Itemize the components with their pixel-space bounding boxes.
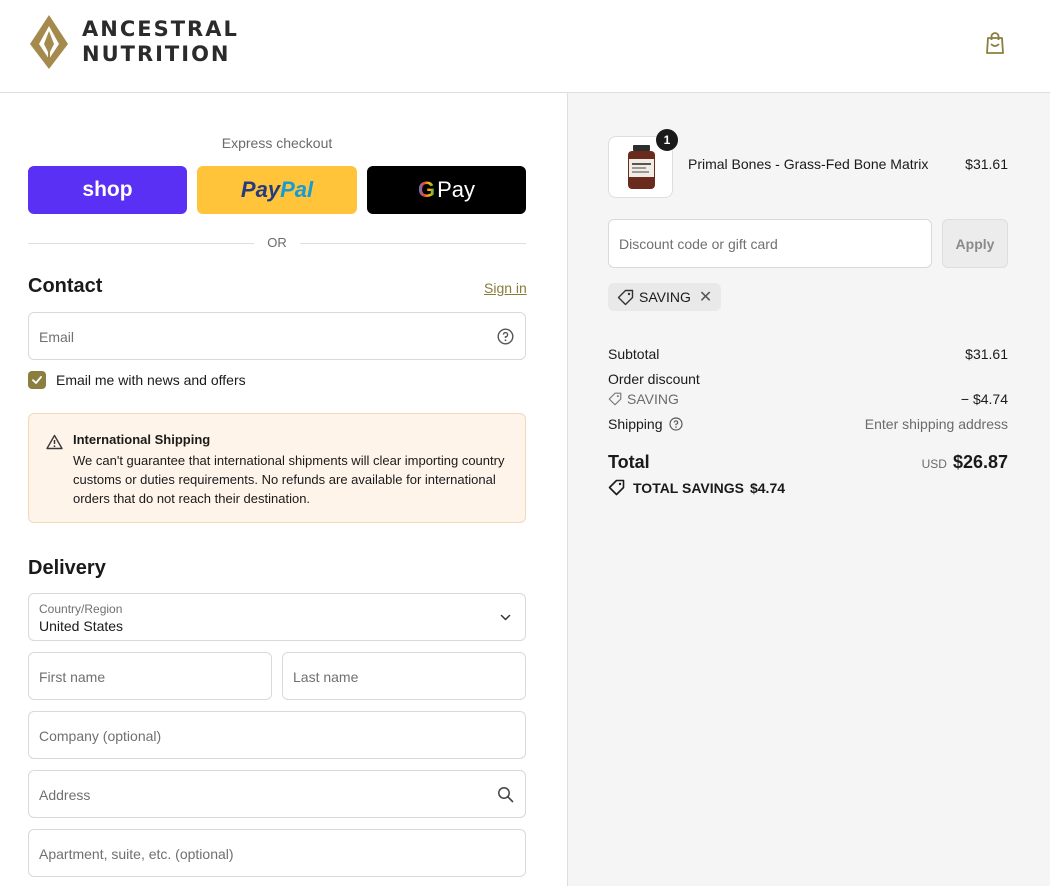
tag-icon bbox=[617, 289, 634, 305]
shop-pay-label: shop bbox=[82, 178, 133, 201]
chevron-down-icon bbox=[500, 614, 511, 621]
apply-button[interactable]: Apply bbox=[942, 219, 1008, 268]
address-field[interactable]: Address bbox=[28, 770, 526, 818]
total-savings-value: $4.74 bbox=[749, 479, 786, 496]
first-name-placeholder: First name bbox=[39, 669, 106, 685]
order-discount-label: Order discount bbox=[608, 371, 700, 387]
newsletter-label: Email me with news and offers bbox=[56, 372, 246, 388]
newsletter-checkbox[interactable] bbox=[28, 371, 46, 389]
google-pay-label: Pay bbox=[437, 177, 476, 202]
total-value-row: USD $26.87 bbox=[922, 452, 1008, 473]
order-discount-code: SAVING bbox=[608, 391, 679, 407]
or-label: OR bbox=[267, 235, 287, 250]
email-placeholder: Email bbox=[39, 329, 75, 345]
total-amount: $26.87 bbox=[952, 452, 1008, 472]
shipping-label: Shipping bbox=[608, 416, 663, 432]
newsletter-checkbox-row[interactable]: Email me with news and offers bbox=[28, 371, 246, 389]
applied-code-label: SAVING bbox=[639, 289, 691, 305]
product-name: Primal Bones - Grass-Fed Bone Matrix bbox=[688, 156, 929, 172]
order-discount-value: − $4.74 bbox=[960, 391, 1008, 407]
discount-code-field[interactable]: Discount code or gift card bbox=[608, 219, 932, 268]
or-divider: OR bbox=[28, 235, 526, 251]
sign-in-link[interactable]: Sign in bbox=[484, 280, 527, 296]
discount-placeholder: Discount code or gift card bbox=[619, 236, 778, 252]
total-savings-label: TOTAL SAVINGS bbox=[633, 479, 744, 496]
paypal-button[interactable]: Pay Pal bbox=[197, 166, 357, 214]
address-placeholder: Address bbox=[39, 787, 91, 803]
apartment-placeholder: Apartment, suite, etc. (optional) bbox=[39, 846, 234, 862]
express-checkout-title: Express checkout bbox=[221, 135, 333, 151]
paypal-label-part2: Pal bbox=[280, 177, 314, 202]
total-currency: USD bbox=[921, 457, 947, 471]
contact-title: Contact bbox=[28, 275, 103, 297]
google-pay-button[interactable]: G Pay bbox=[367, 166, 526, 214]
subtotal-label: Subtotal bbox=[608, 346, 660, 362]
total-savings: TOTAL SAVINGS $4.74 bbox=[608, 479, 785, 496]
tag-icon bbox=[608, 479, 625, 496]
shipping-value: Enter shipping address bbox=[864, 416, 1008, 432]
shop-pay-button[interactable]: shop bbox=[28, 166, 187, 214]
quantity-badge: 1 bbox=[656, 129, 678, 151]
brand-name-line1: ANCESTRAL bbox=[82, 17, 239, 41]
brand-name-line2: NUTRITION bbox=[82, 42, 231, 66]
checkmark-icon bbox=[32, 376, 42, 384]
brand-logo[interactable]: ANCESTRAL NUTRITION bbox=[28, 14, 239, 70]
google-g-icon: G bbox=[417, 177, 436, 202]
country-label: Country/Region bbox=[39, 602, 123, 616]
order-discount-code-label: SAVING bbox=[627, 391, 679, 407]
email-field[interactable]: Email bbox=[28, 312, 526, 360]
tag-icon bbox=[608, 392, 622, 406]
first-name-field[interactable]: First name bbox=[28, 652, 272, 700]
delivery-title: Delivery bbox=[28, 557, 106, 579]
remove-discount-icon[interactable]: ✕ bbox=[699, 287, 712, 307]
product-price: $31.61 bbox=[965, 156, 1008, 172]
total-label: Total bbox=[608, 452, 650, 472]
shopping-bag-icon[interactable] bbox=[984, 31, 1006, 55]
paypal-label-part1: Pay bbox=[240, 177, 281, 202]
warning-icon bbox=[46, 434, 63, 450]
applied-discount-chip: SAVING ✕ bbox=[608, 283, 722, 311]
company-field[interactable]: Company (optional) bbox=[28, 711, 526, 759]
notice-title: International Shipping bbox=[73, 432, 211, 447]
order-summary: 1 Primal Bones - Grass-Fed Bone Matrix $… bbox=[568, 93, 1050, 886]
notice-body: We can't guarantee that international sh… bbox=[73, 453, 505, 506]
shipping-row: Shipping bbox=[608, 416, 683, 432]
brand-emblem-icon bbox=[30, 15, 68, 69]
subtotal-value: $31.61 bbox=[965, 346, 1008, 362]
search-icon bbox=[498, 787, 514, 803]
country-value: United States bbox=[39, 618, 124, 634]
help-circle-icon[interactable] bbox=[668, 417, 683, 431]
international-shipping-notice: International Shipping We can't guarante… bbox=[28, 413, 526, 523]
checkout-form: Express checkout shop Pay Pal G Pay OR Con… bbox=[0, 93, 567, 886]
last-name-field[interactable]: Last name bbox=[282, 652, 526, 700]
country-select[interactable]: Country/Region United States bbox=[28, 593, 526, 641]
last-name-placeholder: Last name bbox=[293, 669, 359, 685]
help-circle-icon[interactable] bbox=[497, 328, 514, 345]
apartment-field[interactable]: Apartment, suite, etc. (optional) bbox=[28, 829, 526, 877]
company-placeholder: Company (optional) bbox=[39, 728, 162, 744]
header: ANCESTRAL NUTRITION bbox=[0, 0, 1050, 93]
